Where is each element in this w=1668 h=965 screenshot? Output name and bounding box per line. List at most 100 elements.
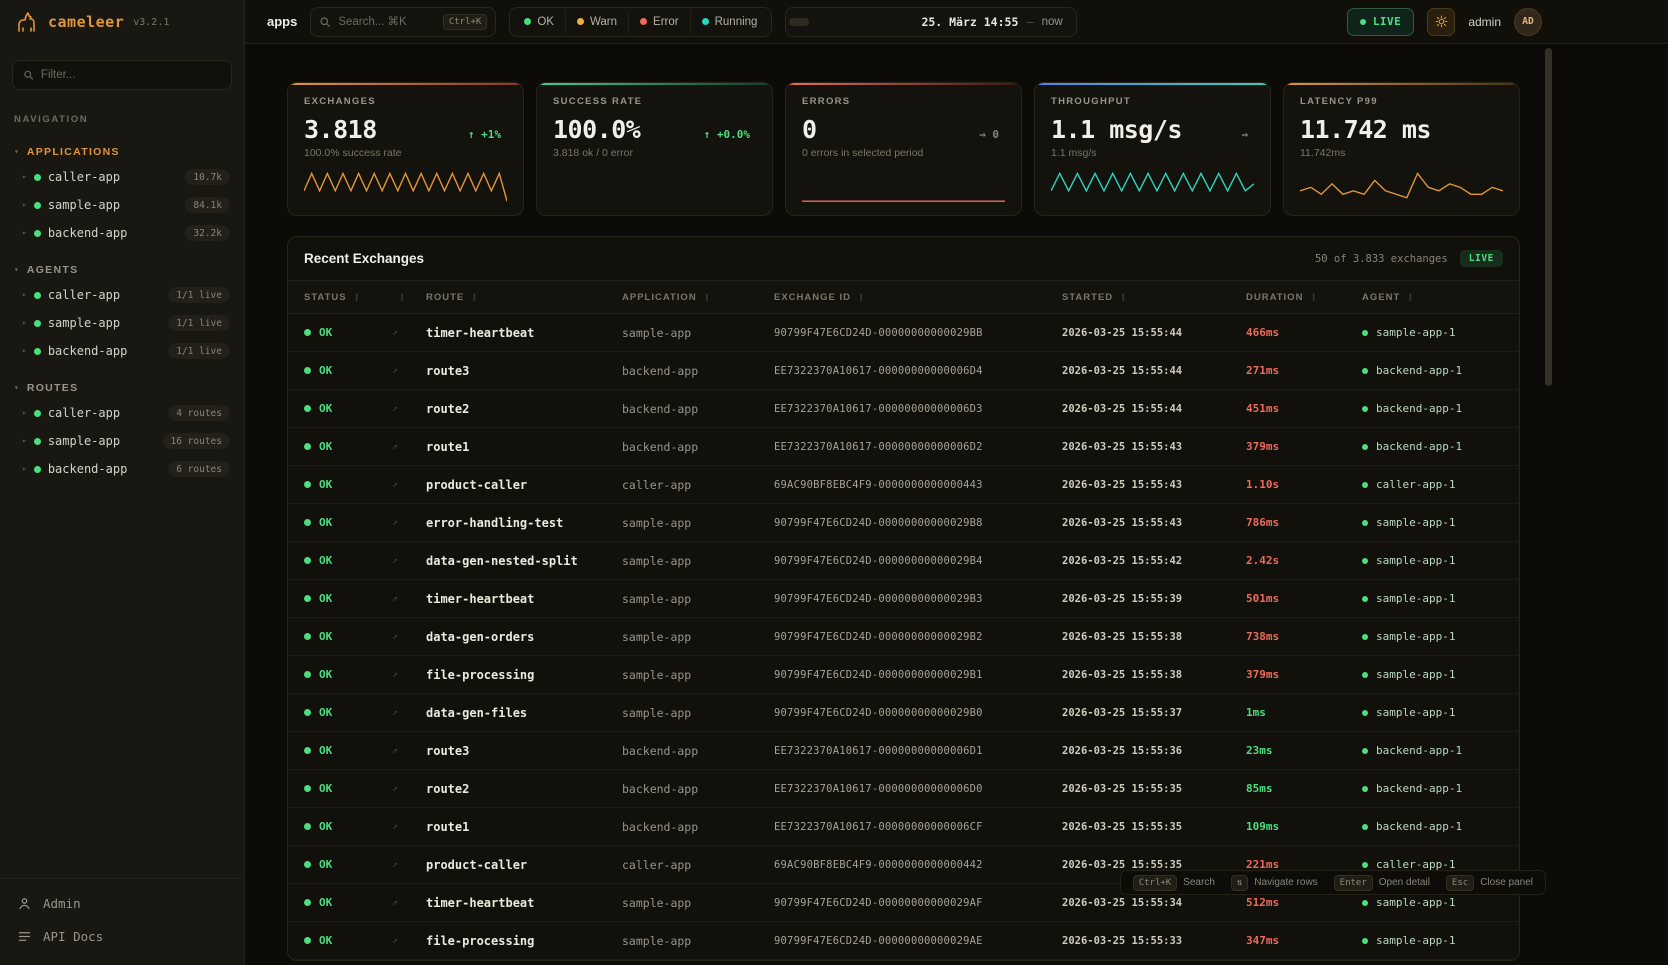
duration-cell: 379ms — [1246, 668, 1362, 681]
open-detail-icon[interactable]: ↗ — [392, 555, 426, 566]
column-header-label: STATUS — [304, 292, 347, 303]
table-row[interactable]: OK ↗ product-caller caller-app 69AC90BF8… — [288, 466, 1519, 504]
column-header[interactable]: APPLICATION ⋮ — [622, 292, 774, 303]
column-header[interactable]: AGENT ⋮ — [1362, 292, 1503, 303]
open-detail-icon[interactable]: ↗ — [392, 593, 426, 604]
theme-toggle-button[interactable] — [1427, 8, 1455, 36]
table-row[interactable]: OK ↗ file-processing sample-app 90799F47… — [288, 922, 1519, 960]
sidebar-item[interactable]: ▸ caller-app 4 routes — [0, 399, 244, 427]
time-range-option[interactable] — [789, 18, 809, 26]
sidebar-item[interactable]: ▸ backend-app 1/1 live — [0, 337, 244, 365]
sidebar-filter[interactable] — [12, 60, 232, 90]
open-detail-icon[interactable]: ↗ — [392, 403, 426, 414]
table-row[interactable]: OK ↗ route2 backend-app EE7322370A10617-… — [288, 390, 1519, 428]
duration-cell: 738ms — [1246, 630, 1362, 643]
table-row[interactable]: OK ↗ data-gen-orders sample-app 90799F47… — [288, 618, 1519, 656]
time-range-option[interactable] — [809, 18, 829, 26]
column-header-label: ROUTE — [426, 292, 464, 303]
open-detail-icon[interactable]: ↗ — [392, 897, 426, 908]
agent-label: sample-app-1 — [1376, 934, 1455, 947]
sidebar-item[interactable]: ▸ caller-app 10.7k — [0, 163, 244, 191]
sidebar-section-header[interactable]: ▾ APPLICATIONS — [0, 141, 244, 163]
sidebar-item-api-docs[interactable]: API Docs — [0, 920, 244, 953]
open-detail-icon[interactable]: ↗ — [392, 935, 426, 946]
stat-card-value: 100.0% — [553, 115, 640, 144]
sidebar-filter-input[interactable] — [41, 69, 221, 81]
route-cell: timer-heartbeat — [426, 326, 622, 340]
table-row[interactable]: OK ↗ file-processing sample-app 90799F47… — [288, 656, 1519, 694]
table-row[interactable]: OK ↗ route1 backend-app EE7322370A10617-… — [288, 428, 1519, 466]
status-label: OK — [319, 402, 332, 415]
column-header[interactable]: STARTED ⋮ — [1062, 292, 1246, 303]
open-detail-icon[interactable]: ↗ — [392, 707, 426, 718]
chevron-right-icon: ▸ — [22, 409, 27, 417]
open-detail-icon[interactable]: ↗ — [392, 631, 426, 642]
status-filter-option[interactable]: Running — [691, 11, 769, 33]
sidebar-section-header[interactable]: ▾ AGENTS — [0, 259, 244, 281]
time-range-option[interactable] — [889, 18, 909, 26]
started-cell: 2026-03-25 15:55:38 — [1062, 669, 1246, 681]
status-filter-option[interactable]: Error — [629, 11, 691, 33]
open-detail-icon[interactable]: ↗ — [392, 745, 426, 756]
stat-card-title: ERRORS — [802, 96, 1005, 107]
application-cell: backend-app — [622, 440, 774, 454]
table-row[interactable]: OK ↗ route3 backend-app EE7322370A10617-… — [288, 732, 1519, 770]
application-cell: backend-app — [622, 744, 774, 758]
sidebar-item[interactable]: ▸ sample-app 16 routes — [0, 427, 244, 455]
main-content: EXCHANGES 3.818 ↑ +1% 100.0% success rat… — [245, 44, 1668, 965]
table-row[interactable]: OK ↗ timer-heartbeat sample-app 90799F47… — [288, 314, 1519, 352]
sidebar-item[interactable]: ▸ backend-app 6 routes — [0, 455, 244, 483]
stat-card-trend: ↑ +0.0% — [704, 128, 750, 141]
open-detail-icon[interactable]: ↗ — [392, 783, 426, 794]
table-row[interactable]: OK ↗ timer-heartbeat sample-app 90799F47… — [288, 580, 1519, 618]
scrollbar-thumb[interactable] — [1545, 48, 1552, 386]
status-filter-option[interactable]: OK — [513, 11, 566, 33]
open-detail-icon[interactable]: ↗ — [392, 479, 426, 490]
column-header[interactable]: EXCHANGE ID ⋮ — [774, 292, 1062, 303]
open-detail-icon[interactable]: ↗ — [392, 327, 426, 338]
table-row[interactable]: OK ↗ route1 backend-app EE7322370A10617-… — [288, 808, 1519, 846]
sort-icon: ⋮ — [353, 293, 362, 302]
application-cell: sample-app — [622, 326, 774, 340]
agent-label: sample-app-1 — [1376, 516, 1455, 529]
sidebar-section-title: ROUTES — [27, 382, 79, 394]
column-header[interactable]: DURATION ⋮ — [1246, 292, 1362, 303]
stat-cards-row: EXCHANGES 3.818 ↑ +1% 100.0% success rat… — [287, 82, 1520, 216]
time-range-option[interactable] — [869, 18, 889, 26]
table-row[interactable]: OK ↗ error-handling-test sample-app 9079… — [288, 504, 1519, 542]
table-row[interactable]: OK ↗ data-gen-files sample-app 90799F47E… — [288, 694, 1519, 732]
table-row[interactable]: OK ↗ route3 backend-app EE7322370A10617-… — [288, 352, 1519, 390]
status-filter-option[interactable]: Warn — [566, 11, 629, 33]
time-range-option[interactable] — [829, 18, 849, 26]
live-button[interactable]: LIVE — [1347, 8, 1415, 36]
agent-cell: sample-app-1 — [1362, 934, 1503, 947]
sidebar-item[interactable]: ▸ sample-app 1/1 live — [0, 309, 244, 337]
sidebar-section-header[interactable]: ▾ ROUTES — [0, 377, 244, 399]
time-range-option[interactable] — [849, 18, 869, 26]
chevron-right-icon: ▸ — [22, 291, 27, 299]
sidebar-item[interactable]: ▸ caller-app 1/1 live — [0, 281, 244, 309]
column-header[interactable]: STATUS ⋮ — [304, 292, 392, 303]
table-row[interactable]: OK ↗ data-gen-nested-split sample-app 90… — [288, 542, 1519, 580]
column-header-label: STARTED — [1062, 292, 1113, 303]
app-logo[interactable]: cameleer v3.2.1 — [0, 0, 244, 44]
open-detail-icon[interactable]: ↗ — [392, 859, 426, 870]
open-detail-icon[interactable]: ↗ — [392, 365, 426, 376]
sidebar-item-admin[interactable]: Admin — [0, 887, 244, 920]
exchange-id-cell: 90799F47E6CD24D-00000000000029B3 — [774, 593, 1062, 605]
stat-card-title: THROUGHPUT — [1051, 96, 1254, 107]
table-row[interactable]: OK ↗ route2 backend-app EE7322370A10617-… — [288, 770, 1519, 808]
started-cell: 2026-03-25 15:55:43 — [1062, 517, 1246, 529]
sidebar-item[interactable]: ▸ sample-app 84.1k — [0, 191, 244, 219]
global-search[interactable]: Ctrl+K — [310, 7, 496, 37]
sidebar-item[interactable]: ▸ backend-app 32.2k — [0, 219, 244, 247]
avatar[interactable]: AD — [1514, 8, 1542, 36]
now-label[interactable]: now — [1042, 16, 1063, 28]
column-header[interactable]: ⋮ — [392, 293, 426, 302]
open-detail-icon[interactable]: ↗ — [392, 441, 426, 452]
open-detail-icon[interactable]: ↗ — [392, 821, 426, 832]
column-header[interactable]: ROUTE ⋮ — [426, 292, 622, 303]
search-input[interactable] — [338, 16, 435, 28]
open-detail-icon[interactable]: ↗ — [392, 669, 426, 680]
open-detail-icon[interactable]: ↗ — [392, 517, 426, 528]
